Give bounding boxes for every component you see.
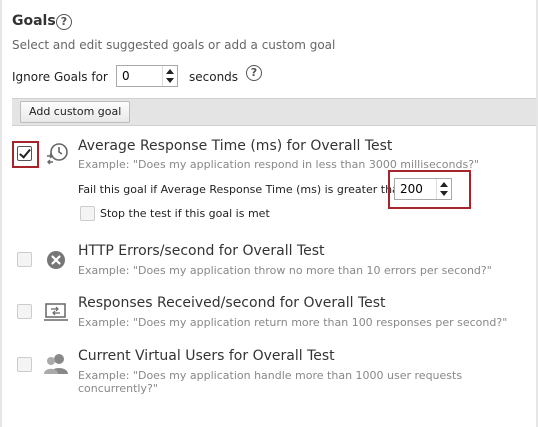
threshold-up-icon[interactable] — [440, 182, 448, 187]
goal-checkbox-responses[interactable] — [17, 304, 32, 319]
ignore-seconds-stepper[interactable]: 0 — [116, 65, 178, 87]
goal-checkbox-virtual-users[interactable] — [17, 357, 32, 372]
stop-test-label: Stop the test if this goal is met — [100, 207, 270, 220]
goal-example-virtual-users: Example: "Does my application handle mor… — [78, 369, 463, 395]
goal-checkbox-http-errors[interactable] — [17, 252, 32, 267]
goal-example-http-errors: Example: "Does my application throw no m… — [78, 264, 492, 277]
ignore-help-icon[interactable]: ? — [246, 65, 262, 81]
fail-threshold-label: Fail this goal if Average Response Time … — [78, 183, 406, 196]
seconds-label: seconds — [189, 70, 239, 84]
goal-checkbox-response-time[interactable] — [17, 146, 32, 161]
ignore-goals-label: Ignore Goals for — [12, 70, 108, 84]
threshold-down-icon[interactable] — [440, 191, 448, 196]
help-icon[interactable]: ? — [56, 14, 72, 30]
goal-title-response-time: Average Response Time (ms) for Overall T… — [78, 138, 393, 154]
threshold-value[interactable]: 200 — [400, 182, 423, 196]
response-time-icon — [47, 143, 68, 165]
responses-icon — [44, 303, 68, 321]
stepper-arrows[interactable] — [162, 66, 177, 86]
goals-toolbar: Add custom goal — [12, 98, 536, 126]
add-custom-goal-button[interactable]: Add custom goal — [20, 101, 131, 123]
ignore-seconds-value[interactable]: 0 — [122, 69, 130, 83]
panel-border-left — [0, 0, 2, 427]
goal-example-responses: Example: "Does my application return mor… — [78, 316, 508, 329]
stepper-up-icon[interactable] — [166, 69, 174, 74]
stepper-down-icon[interactable] — [166, 78, 174, 83]
error-x-icon — [47, 251, 65, 269]
goal-title-responses: Responses Received/second for Overall Te… — [78, 295, 386, 311]
page-subtitle: Select and edit suggested goals or add a… — [12, 38, 336, 52]
threshold-stepper[interactable]: 200 — [394, 178, 452, 200]
goal-title-http-errors: HTTP Errors/second for Overall Test — [78, 243, 325, 259]
goal-title-virtual-users: Current Virtual Users for Overall Test — [78, 348, 335, 364]
threshold-stepper-arrows[interactable] — [436, 179, 451, 199]
stop-test-checkbox[interactable] — [80, 206, 95, 221]
page-title: Goals — [12, 13, 56, 29]
users-icon — [44, 354, 68, 374]
